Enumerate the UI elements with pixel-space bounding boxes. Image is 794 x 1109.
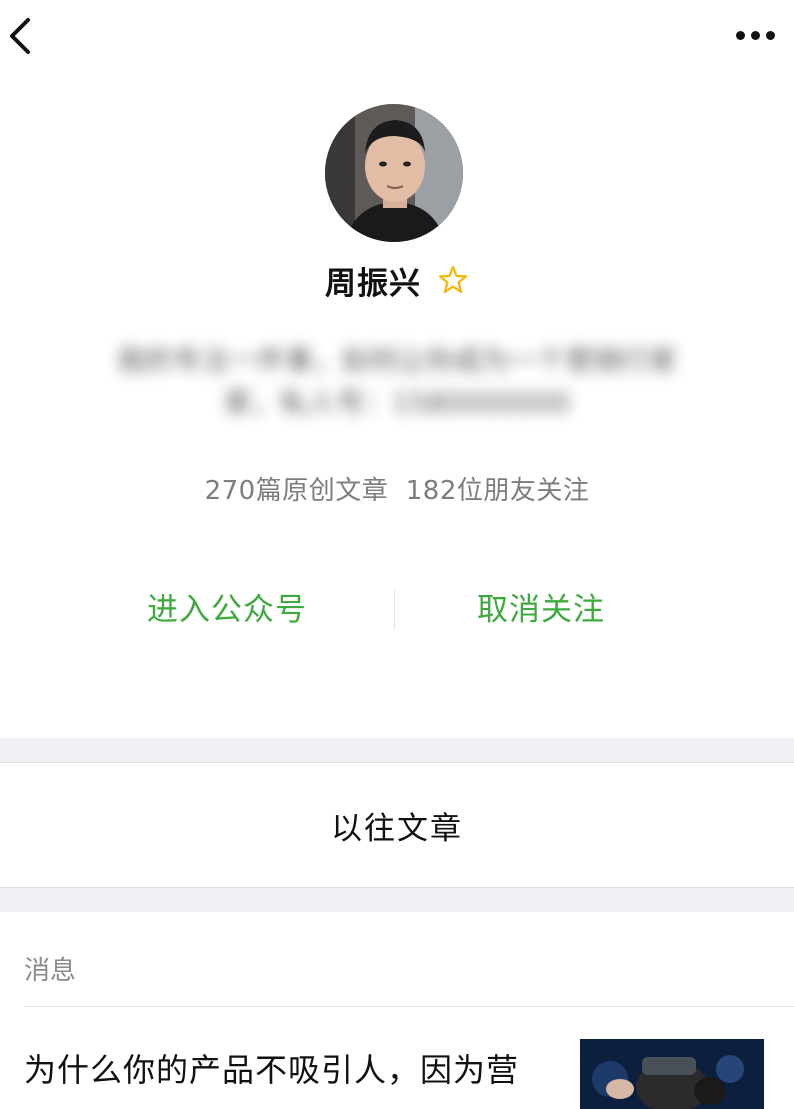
action-bar: 进入公众号 取消关注: [0, 585, 794, 635]
bio-line-2: 家，私人号：1580000000: [223, 386, 571, 419]
profile-name: 周振兴: [325, 265, 421, 302]
back-arrow-icon: [10, 18, 30, 54]
back-button[interactable]: [4, 14, 44, 58]
avatar[interactable]: [325, 104, 463, 242]
article-thumbnail: [580, 1039, 764, 1109]
more-button[interactable]: [730, 20, 780, 50]
section-separator: [0, 887, 794, 912]
more-dots-icon: [730, 20, 780, 50]
enter-account-button[interactable]: 进入公众号: [90, 585, 364, 635]
profile-bio: 我的专注一件事，如何让你成为一个营销行家 家，私人号：1580000000: [60, 340, 734, 430]
article-list-item[interactable]: 为什么你的产品不吸引人，因为营: [0, 1007, 794, 1109]
action-divider: [394, 590, 395, 630]
profile-stats: 270篇原创文章 182位朋友关注: [204, 476, 590, 506]
bio-line-1: 我的专注一件事，如何让你成为一个营销行家: [116, 344, 677, 377]
past-articles-link[interactable]: 以往文章: [0, 763, 794, 887]
section-separator: [0, 738, 794, 763]
unfollow-button[interactable]: 取消关注: [404, 585, 678, 635]
article-title: 为什么你的产品不吸引人，因为营: [24, 1051, 520, 1089]
star-outline-icon[interactable]: [437, 264, 469, 296]
messages-header: 消息: [24, 956, 77, 986]
avatar-photo: [325, 104, 463, 242]
profile-name-row: 周振兴: [0, 256, 794, 304]
